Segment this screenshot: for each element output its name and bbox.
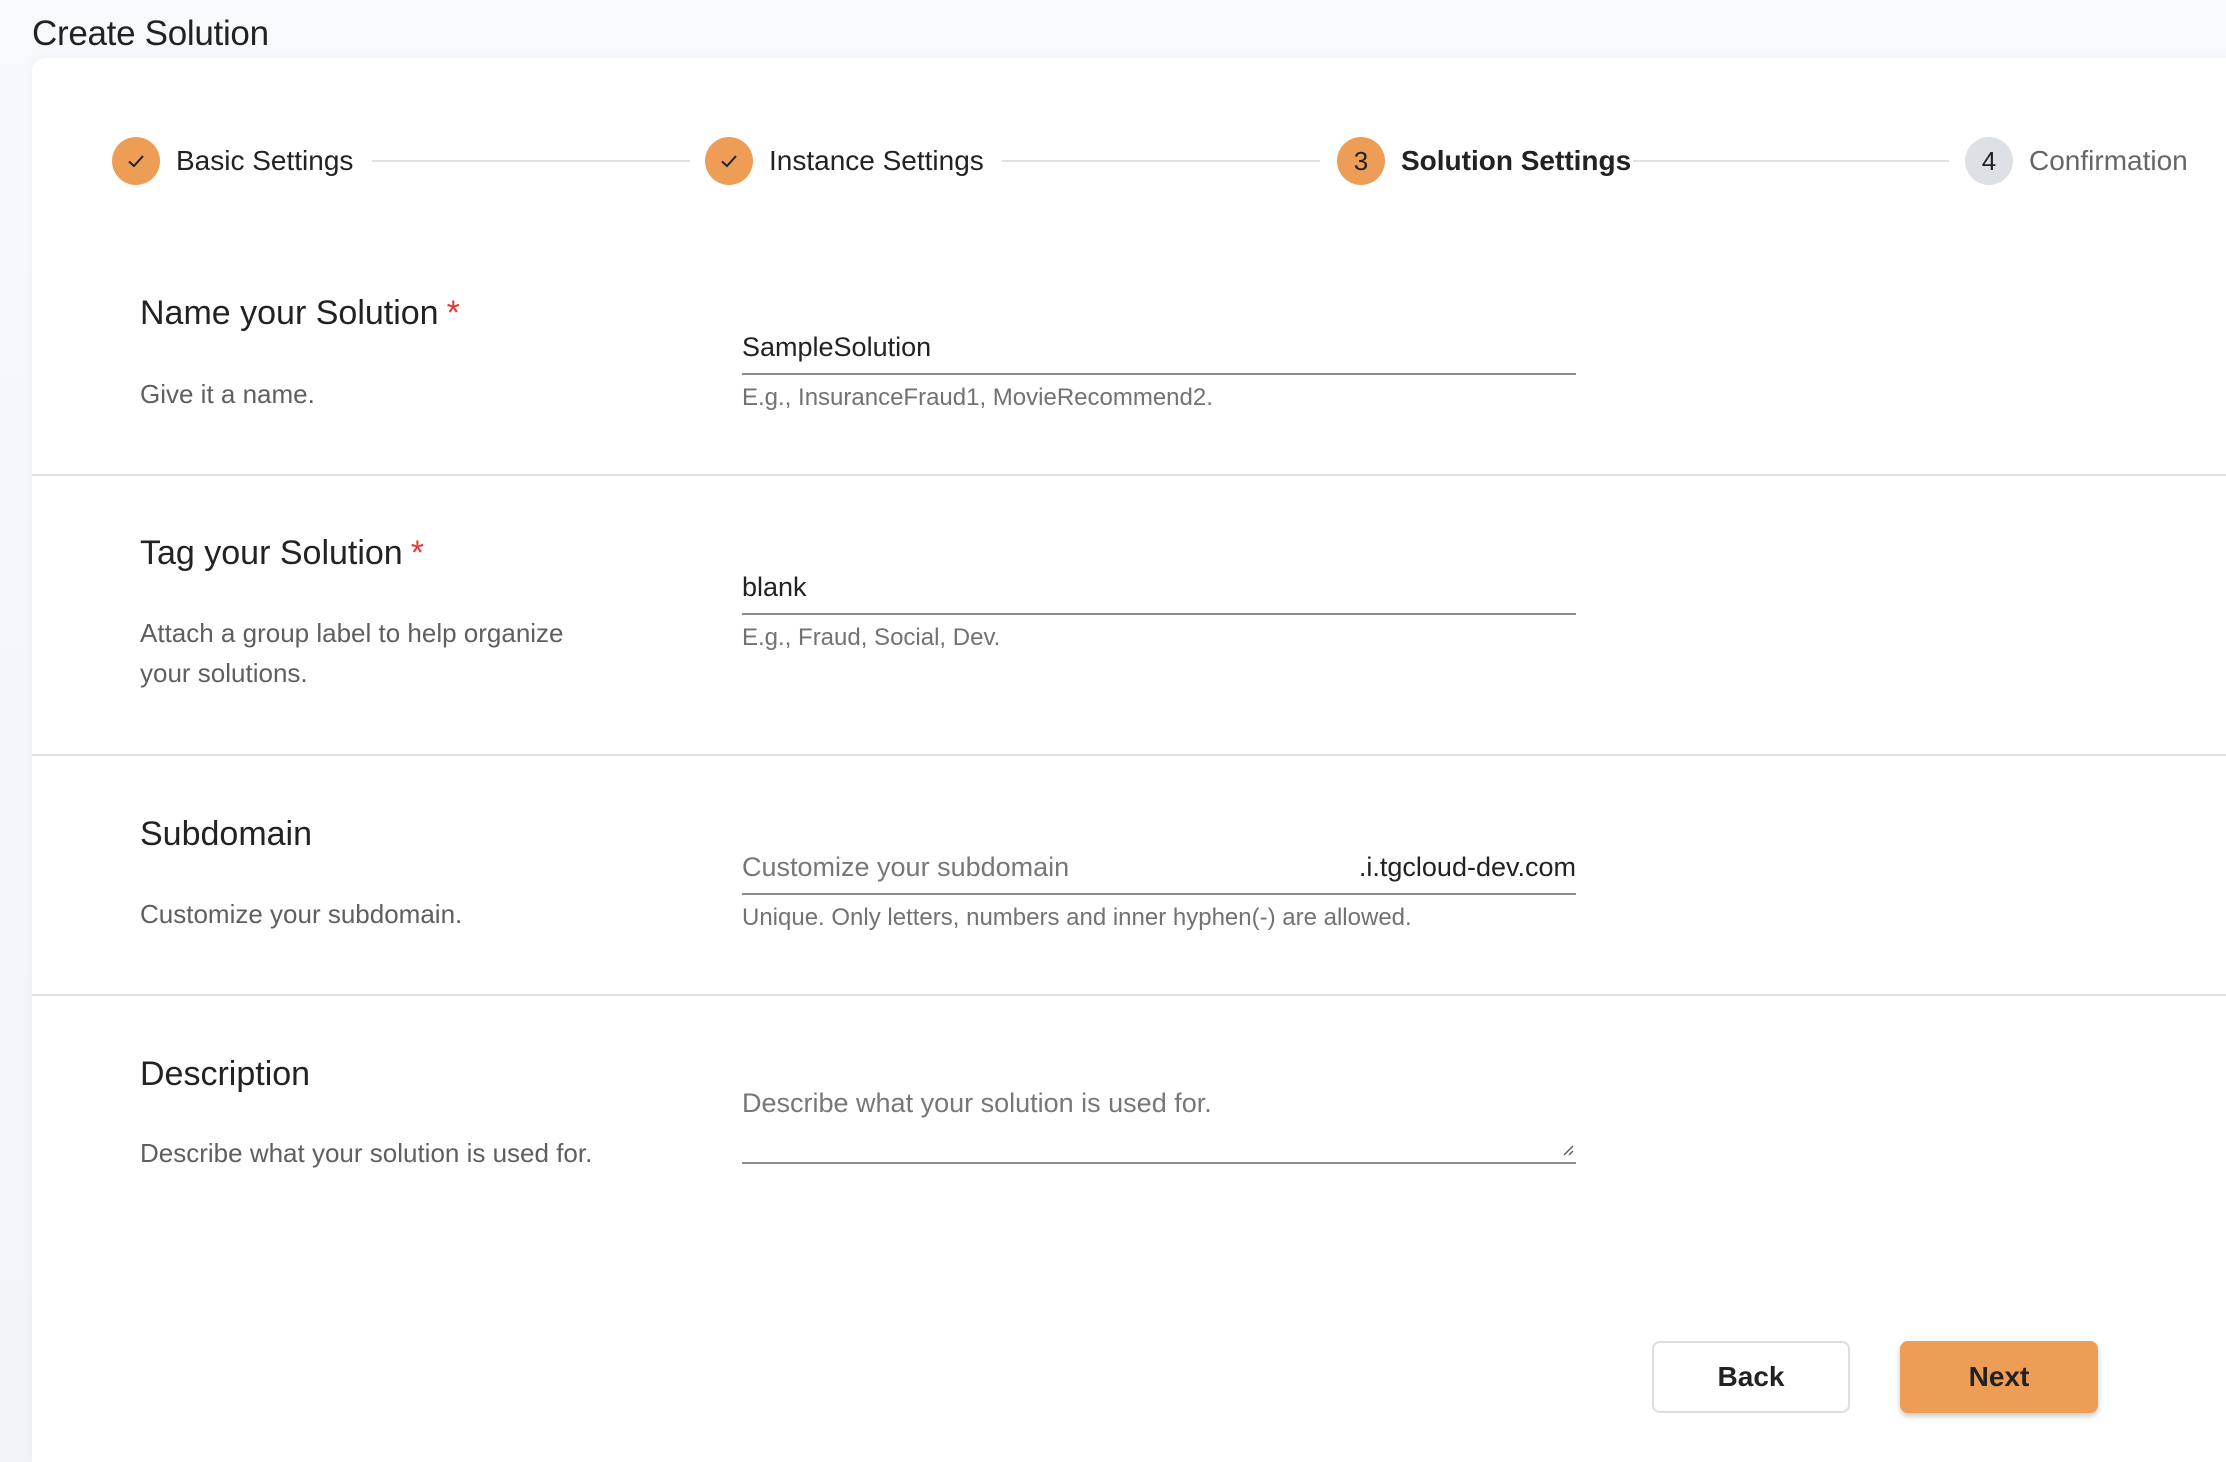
description-textarea[interactable]: Describe what your solution is used for. xyxy=(742,1080,1576,1164)
check-icon xyxy=(128,155,144,168)
step-2-indicator xyxy=(705,137,753,185)
section-divider xyxy=(32,754,2226,756)
name-section-description: Give it a name. xyxy=(140,379,315,409)
solution-tag-value: blank xyxy=(742,572,807,602)
subdomain-placeholder: Customize your subdomain xyxy=(742,852,1070,882)
step-confirmation[interactable]: 4 Confirmation xyxy=(1965,137,2188,185)
resize-handle-icon[interactable] xyxy=(1560,1142,1574,1156)
name-section-title: Name your Solution * xyxy=(140,294,460,333)
step-label: Instance Settings xyxy=(769,145,984,176)
solution-name-input[interactable]: SampleSolution xyxy=(742,323,1576,375)
step-solution-settings[interactable]: 3 Solution Settings xyxy=(1337,137,1631,185)
step-4-indicator: 4 xyxy=(1965,137,2013,185)
step-basic-settings[interactable]: Basic Settings xyxy=(112,137,353,185)
subdomain-input[interactable]: Customize your subdomain .i.tgcloud-dev.… xyxy=(742,843,1576,895)
tag-section-title: Tag your Solution * xyxy=(140,534,424,573)
step-label: Solution Settings xyxy=(1401,145,1632,176)
step-label: Confirmation xyxy=(2029,145,2188,176)
subdomain-help: Unique. Only letters, numbers and inner … xyxy=(742,904,1412,931)
description-section-description: Describe what your solution is used for. xyxy=(140,1138,593,1168)
description-section-title: Description xyxy=(140,1055,311,1093)
check-icon xyxy=(721,155,737,168)
tag-section-description: Attach a group label to help organize yo… xyxy=(140,618,564,688)
step-connector xyxy=(372,160,690,162)
step-instance-settings[interactable]: Instance Settings xyxy=(705,137,984,185)
required-mark: * xyxy=(446,294,460,332)
solution-name-value: SampleSolution xyxy=(742,332,932,362)
back-button[interactable]: Back xyxy=(1652,1341,1850,1413)
next-button[interactable]: Next xyxy=(1900,1341,2098,1413)
create-solution-card xyxy=(32,58,2226,1462)
subdomain-section-title: Subdomain xyxy=(140,815,313,853)
subdomain-section-description: Customize your subdomain. xyxy=(140,899,463,929)
page-title: Create Solution xyxy=(32,14,269,53)
solution-name-help: E.g., InsuranceFraud1, MovieRecommend2. xyxy=(742,384,1213,411)
name-title-text: Name your Solution xyxy=(140,294,439,332)
solution-tag-input[interactable]: blank xyxy=(742,563,1576,615)
step-3-indicator: 3 xyxy=(1337,137,1385,185)
section-divider xyxy=(32,994,2226,996)
required-mark: * xyxy=(410,534,424,572)
description-placeholder: Describe what your solution is used for. xyxy=(742,1088,1212,1118)
step-label: Basic Settings xyxy=(176,145,354,176)
subdomain-suffix: .i.tgcloud-dev.com xyxy=(1358,852,1576,882)
section-divider xyxy=(32,474,2226,476)
step-1-indicator xyxy=(112,137,160,185)
step-connector xyxy=(1002,160,1320,162)
tag-title-text: Tag your Solution xyxy=(140,534,403,572)
solution-tag-help: E.g., Fraud, Social, Dev. xyxy=(742,624,1001,651)
step-connector xyxy=(1633,160,1949,162)
